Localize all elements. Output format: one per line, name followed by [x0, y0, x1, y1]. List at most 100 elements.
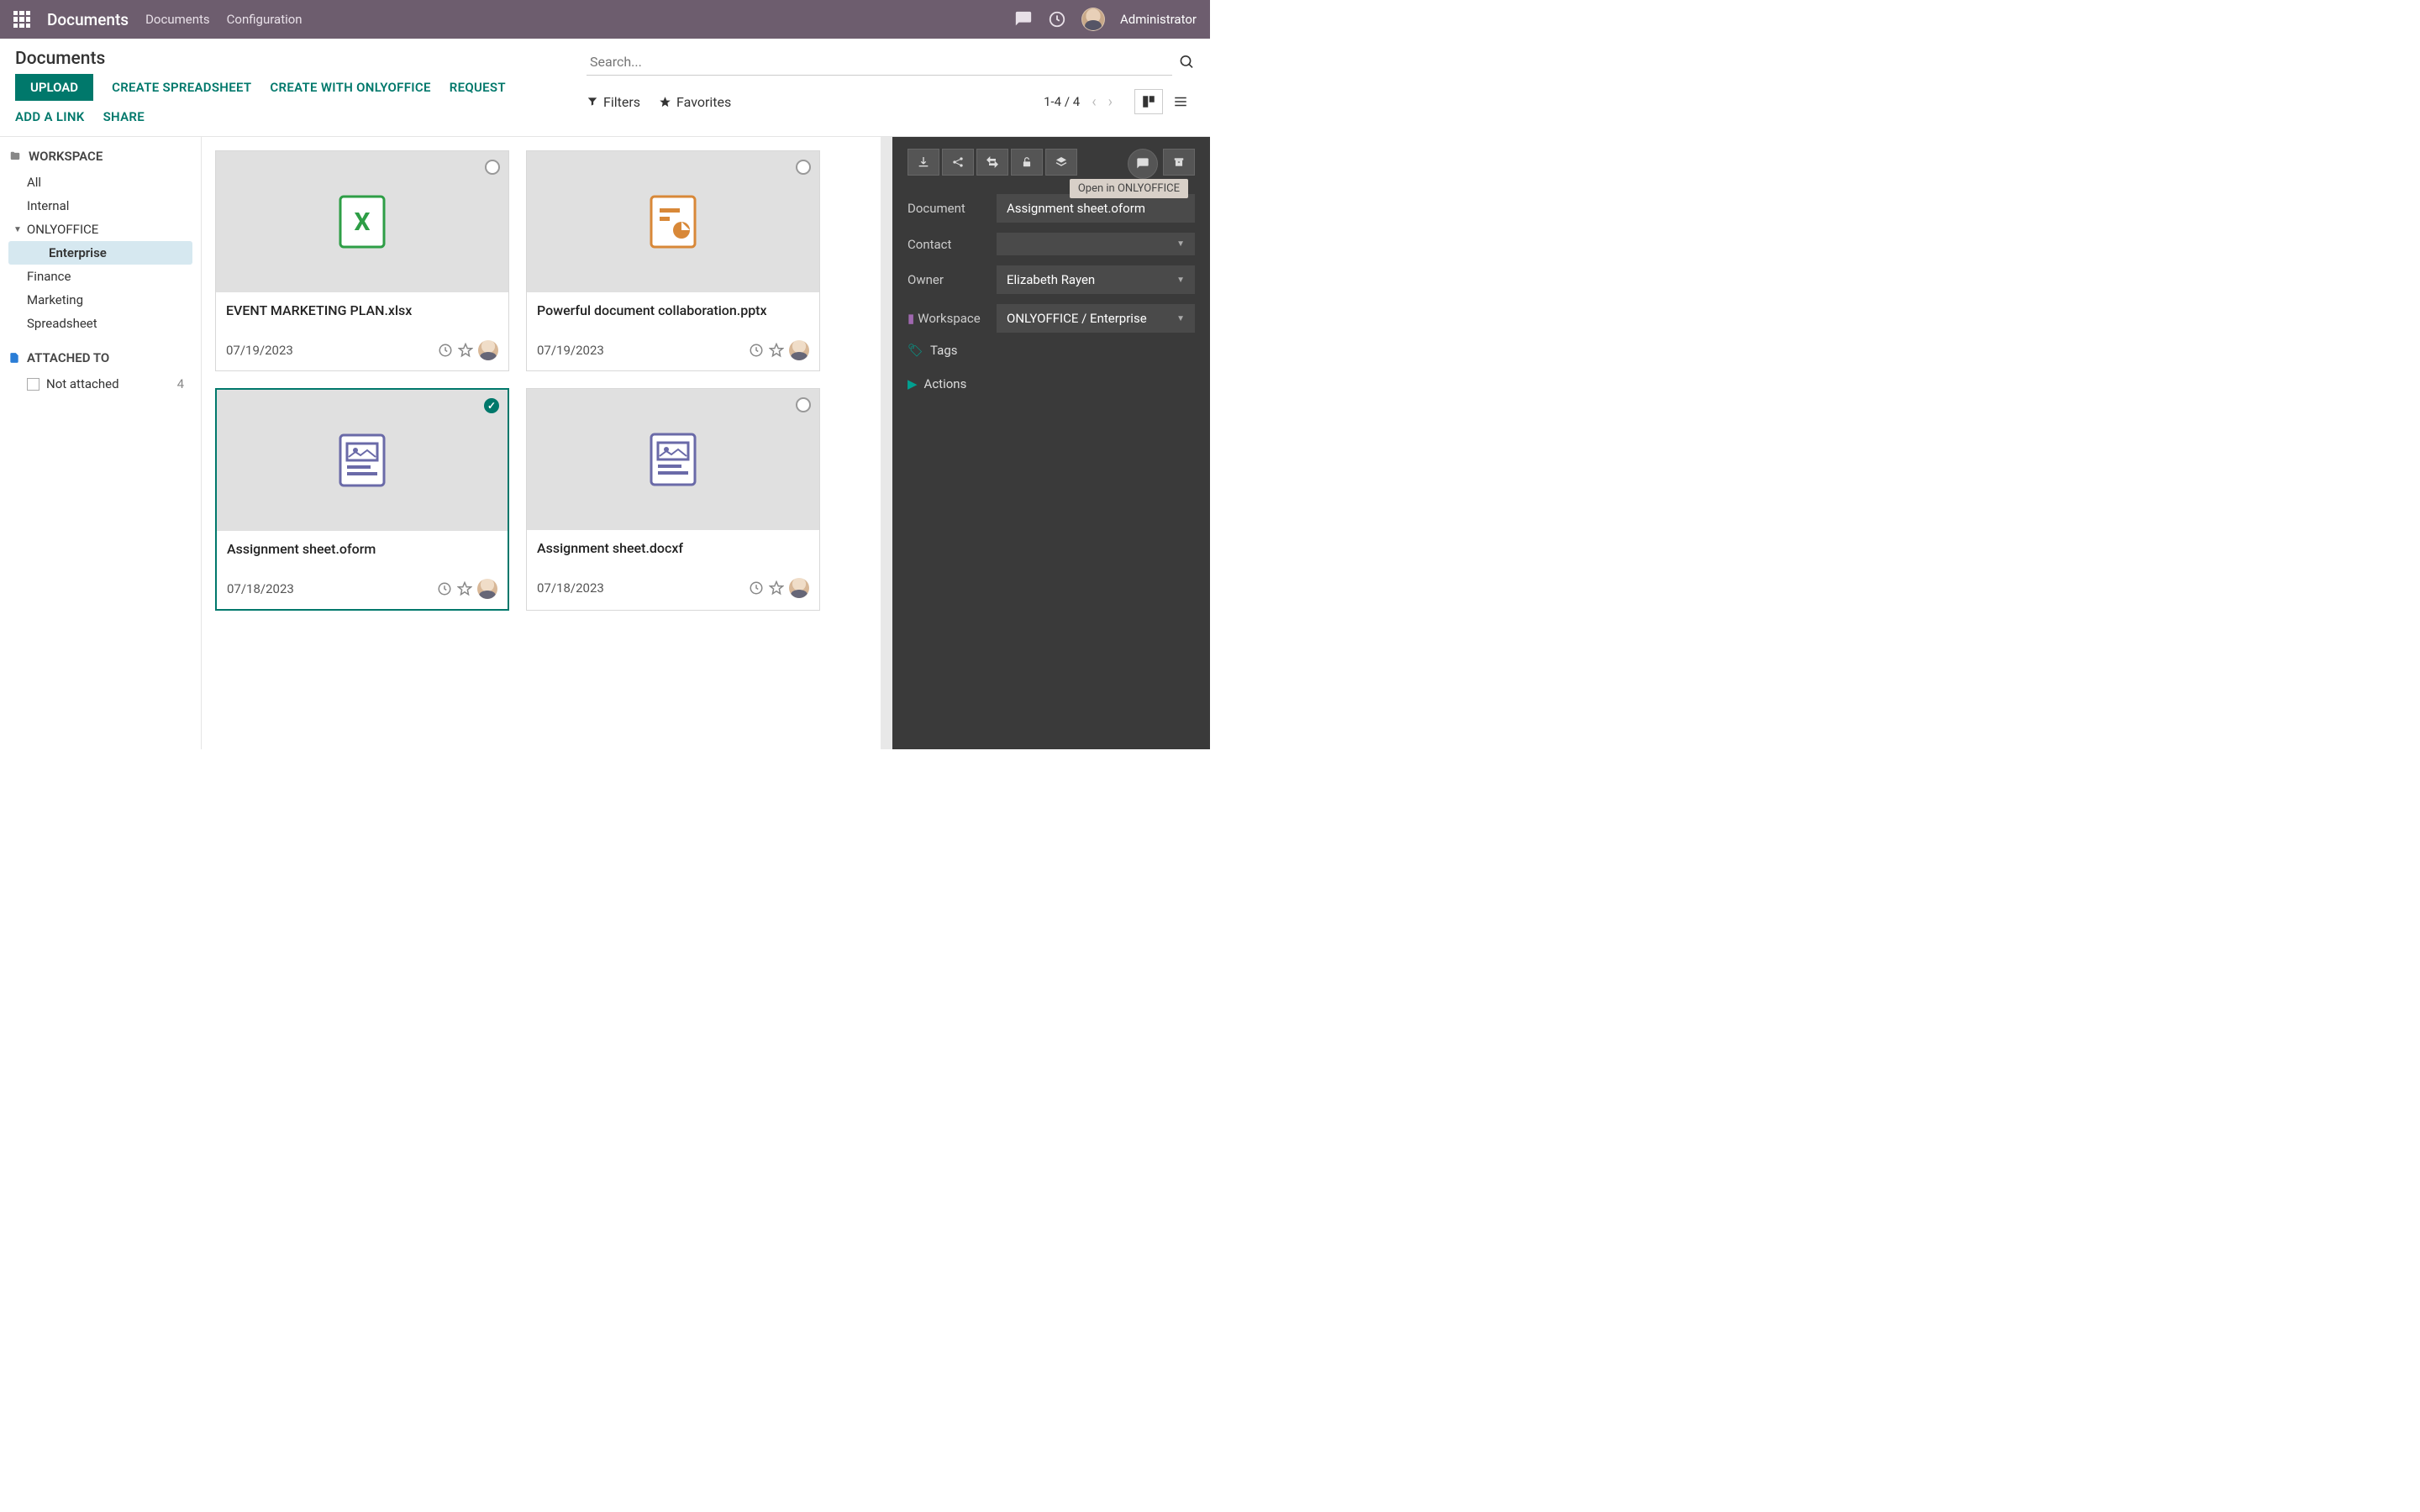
sidebar-item-finance[interactable]: Finance	[8, 265, 192, 288]
card-thumbnail: X	[216, 151, 508, 292]
replace-icon	[986, 155, 999, 169]
scrollbar[interactable]	[881, 137, 892, 749]
detail-document-value[interactable]: Assignment sheet.oform	[997, 194, 1195, 223]
form-file-icon	[337, 433, 387, 487]
tags-label: Tags	[930, 343, 957, 358]
card-select-radio[interactable]	[485, 160, 500, 175]
navbar-right: Administrator	[1014, 8, 1197, 31]
user-label[interactable]: Administrator	[1120, 12, 1197, 27]
pager-next[interactable]: ›	[1108, 93, 1113, 111]
tags-section[interactable]: 🏷 Tags	[908, 343, 1195, 358]
card-title: Assignment sheet.docxf	[537, 540, 809, 556]
clock-icon[interactable]	[1048, 10, 1066, 29]
archive-button[interactable]	[1163, 149, 1195, 176]
card-title: Assignment sheet.oform	[227, 541, 497, 557]
document-card[interactable]: Powerful document collaboration.pptx 07/…	[526, 150, 820, 371]
star-icon	[659, 96, 671, 108]
share-icon	[951, 155, 965, 169]
create-onlyoffice-button[interactable]: CREATE WITH ONLYOFFICE	[270, 80, 430, 95]
excel-file-icon: X	[337, 195, 387, 249]
document-card[interactable]: X EVENT MARKETING PLAN.xlsx 07/19/2023	[215, 150, 509, 371]
owner-avatar	[477, 579, 497, 599]
action-row-1: UPLOAD CREATE SPREADSHEET CREATE WITH ON…	[15, 74, 587, 101]
actions-section[interactable]: ▶ Actions	[908, 376, 1195, 391]
card-select-radio[interactable]	[796, 160, 811, 175]
attached-heading: ATTACHED TO	[8, 350, 192, 365]
detail-workspace-label: ▮Workspace	[908, 311, 997, 326]
nav-link-configuration[interactable]: Configuration	[227, 12, 302, 27]
kanban-view-button[interactable]	[1134, 89, 1163, 114]
search-icon[interactable]	[1179, 54, 1195, 71]
search-input[interactable]	[587, 49, 1172, 76]
detail-contact-row: Contact ▼	[908, 233, 1195, 255]
favorite-star-icon[interactable]	[769, 343, 784, 358]
detail-contact-value[interactable]: ▼	[997, 233, 1195, 255]
top-navbar: Documents Documents Configuration Admini…	[0, 0, 1210, 39]
favorite-star-icon[interactable]	[457, 581, 472, 596]
card-thumbnail	[527, 389, 819, 530]
chat-button[interactable]	[1128, 149, 1158, 179]
user-avatar[interactable]	[1081, 8, 1105, 31]
detail-owner-value[interactable]: Elizabeth Rayen▼	[997, 265, 1195, 294]
lock-button[interactable]	[1011, 149, 1043, 176]
caret-down-icon: ▼	[1176, 239, 1185, 249]
upload-button[interactable]: UPLOAD	[15, 74, 93, 101]
tooltip: Open in ONLYOFFICE	[1070, 179, 1188, 198]
action-row-2: ADD A LINK SHARE	[15, 109, 587, 124]
document-card[interactable]: Assignment sheet.oform 07/18/2023	[215, 388, 509, 611]
favorite-star-icon[interactable]	[458, 343, 473, 358]
detail-document-label: Document	[908, 201, 997, 216]
svg-text:X: X	[354, 207, 370, 237]
sidebar-item-all[interactable]: All	[8, 171, 192, 194]
caret-right-icon: ▶	[908, 376, 918, 391]
archive-icon	[1172, 156, 1186, 168]
sidebar-item-onlyoffice[interactable]: ▼ ONLYOFFICE	[8, 218, 192, 241]
chat-icon	[1135, 157, 1150, 171]
messages-icon[interactable]	[1014, 10, 1033, 29]
card-select-radio[interactable]	[484, 398, 499, 413]
app-title[interactable]: Documents	[47, 10, 129, 29]
replace-button[interactable]	[976, 149, 1008, 176]
filters-button[interactable]: Filters	[587, 94, 640, 110]
pager-prev[interactable]: ‹	[1092, 93, 1096, 111]
share-button[interactable]: SHARE	[103, 109, 145, 124]
nav-link-documents[interactable]: Documents	[145, 12, 210, 27]
favorites-label: Favorites	[676, 94, 731, 110]
search-wrap	[587, 49, 1195, 76]
pager-text: 1-4 / 4	[1044, 94, 1080, 109]
card-date: 07/19/2023	[537, 343, 604, 358]
not-attached-checkbox[interactable]	[27, 378, 39, 391]
not-attached-row[interactable]: Not attached 4	[8, 372, 192, 396]
detail-workspace-value[interactable]: ONLYOFFICE / Enterprise▼	[997, 304, 1195, 333]
document-card[interactable]: Assignment sheet.docxf 07/18/2023	[526, 388, 820, 611]
favorites-button[interactable]: Favorites	[659, 94, 731, 110]
card-thumbnail	[527, 151, 819, 292]
sidebar-item-internal[interactable]: Internal	[8, 194, 192, 218]
activity-icon[interactable]	[749, 580, 764, 596]
share-panel-button[interactable]	[942, 149, 974, 176]
apps-grid-icon[interactable]	[13, 11, 30, 28]
detail-workspace-row: ▮Workspace ONLYOFFICE / Enterprise▼	[908, 304, 1195, 333]
create-spreadsheet-button[interactable]: CREATE SPREADSHEET	[112, 80, 251, 95]
favorite-star-icon[interactable]	[769, 580, 784, 596]
sidebar-item-spreadsheet[interactable]: Spreadsheet	[8, 312, 192, 335]
view-switch	[1134, 89, 1195, 114]
download-button[interactable]	[908, 149, 939, 176]
stack-button[interactable]	[1045, 149, 1077, 176]
sidebar-item-enterprise[interactable]: Enterprise	[8, 241, 192, 265]
request-button[interactable]: REQUEST	[450, 80, 506, 95]
workspace-heading-label: WORKSPACE	[29, 149, 103, 164]
document-grid: X EVENT MARKETING PLAN.xlsx 07/19/2023	[202, 137, 881, 749]
activity-icon[interactable]	[437, 581, 452, 596]
download-icon	[917, 155, 930, 169]
attached-heading-label: ATTACHED TO	[27, 350, 109, 365]
owner-avatar	[789, 340, 809, 360]
ppt-file-icon	[648, 195, 698, 249]
card-select-radio[interactable]	[796, 397, 811, 412]
owner-avatar	[789, 578, 809, 598]
add-link-button[interactable]: ADD A LINK	[15, 109, 85, 124]
sidebar-item-marketing[interactable]: Marketing	[8, 288, 192, 312]
activity-icon[interactable]	[749, 343, 764, 358]
activity-icon[interactable]	[438, 343, 453, 358]
list-view-button[interactable]	[1166, 89, 1195, 114]
